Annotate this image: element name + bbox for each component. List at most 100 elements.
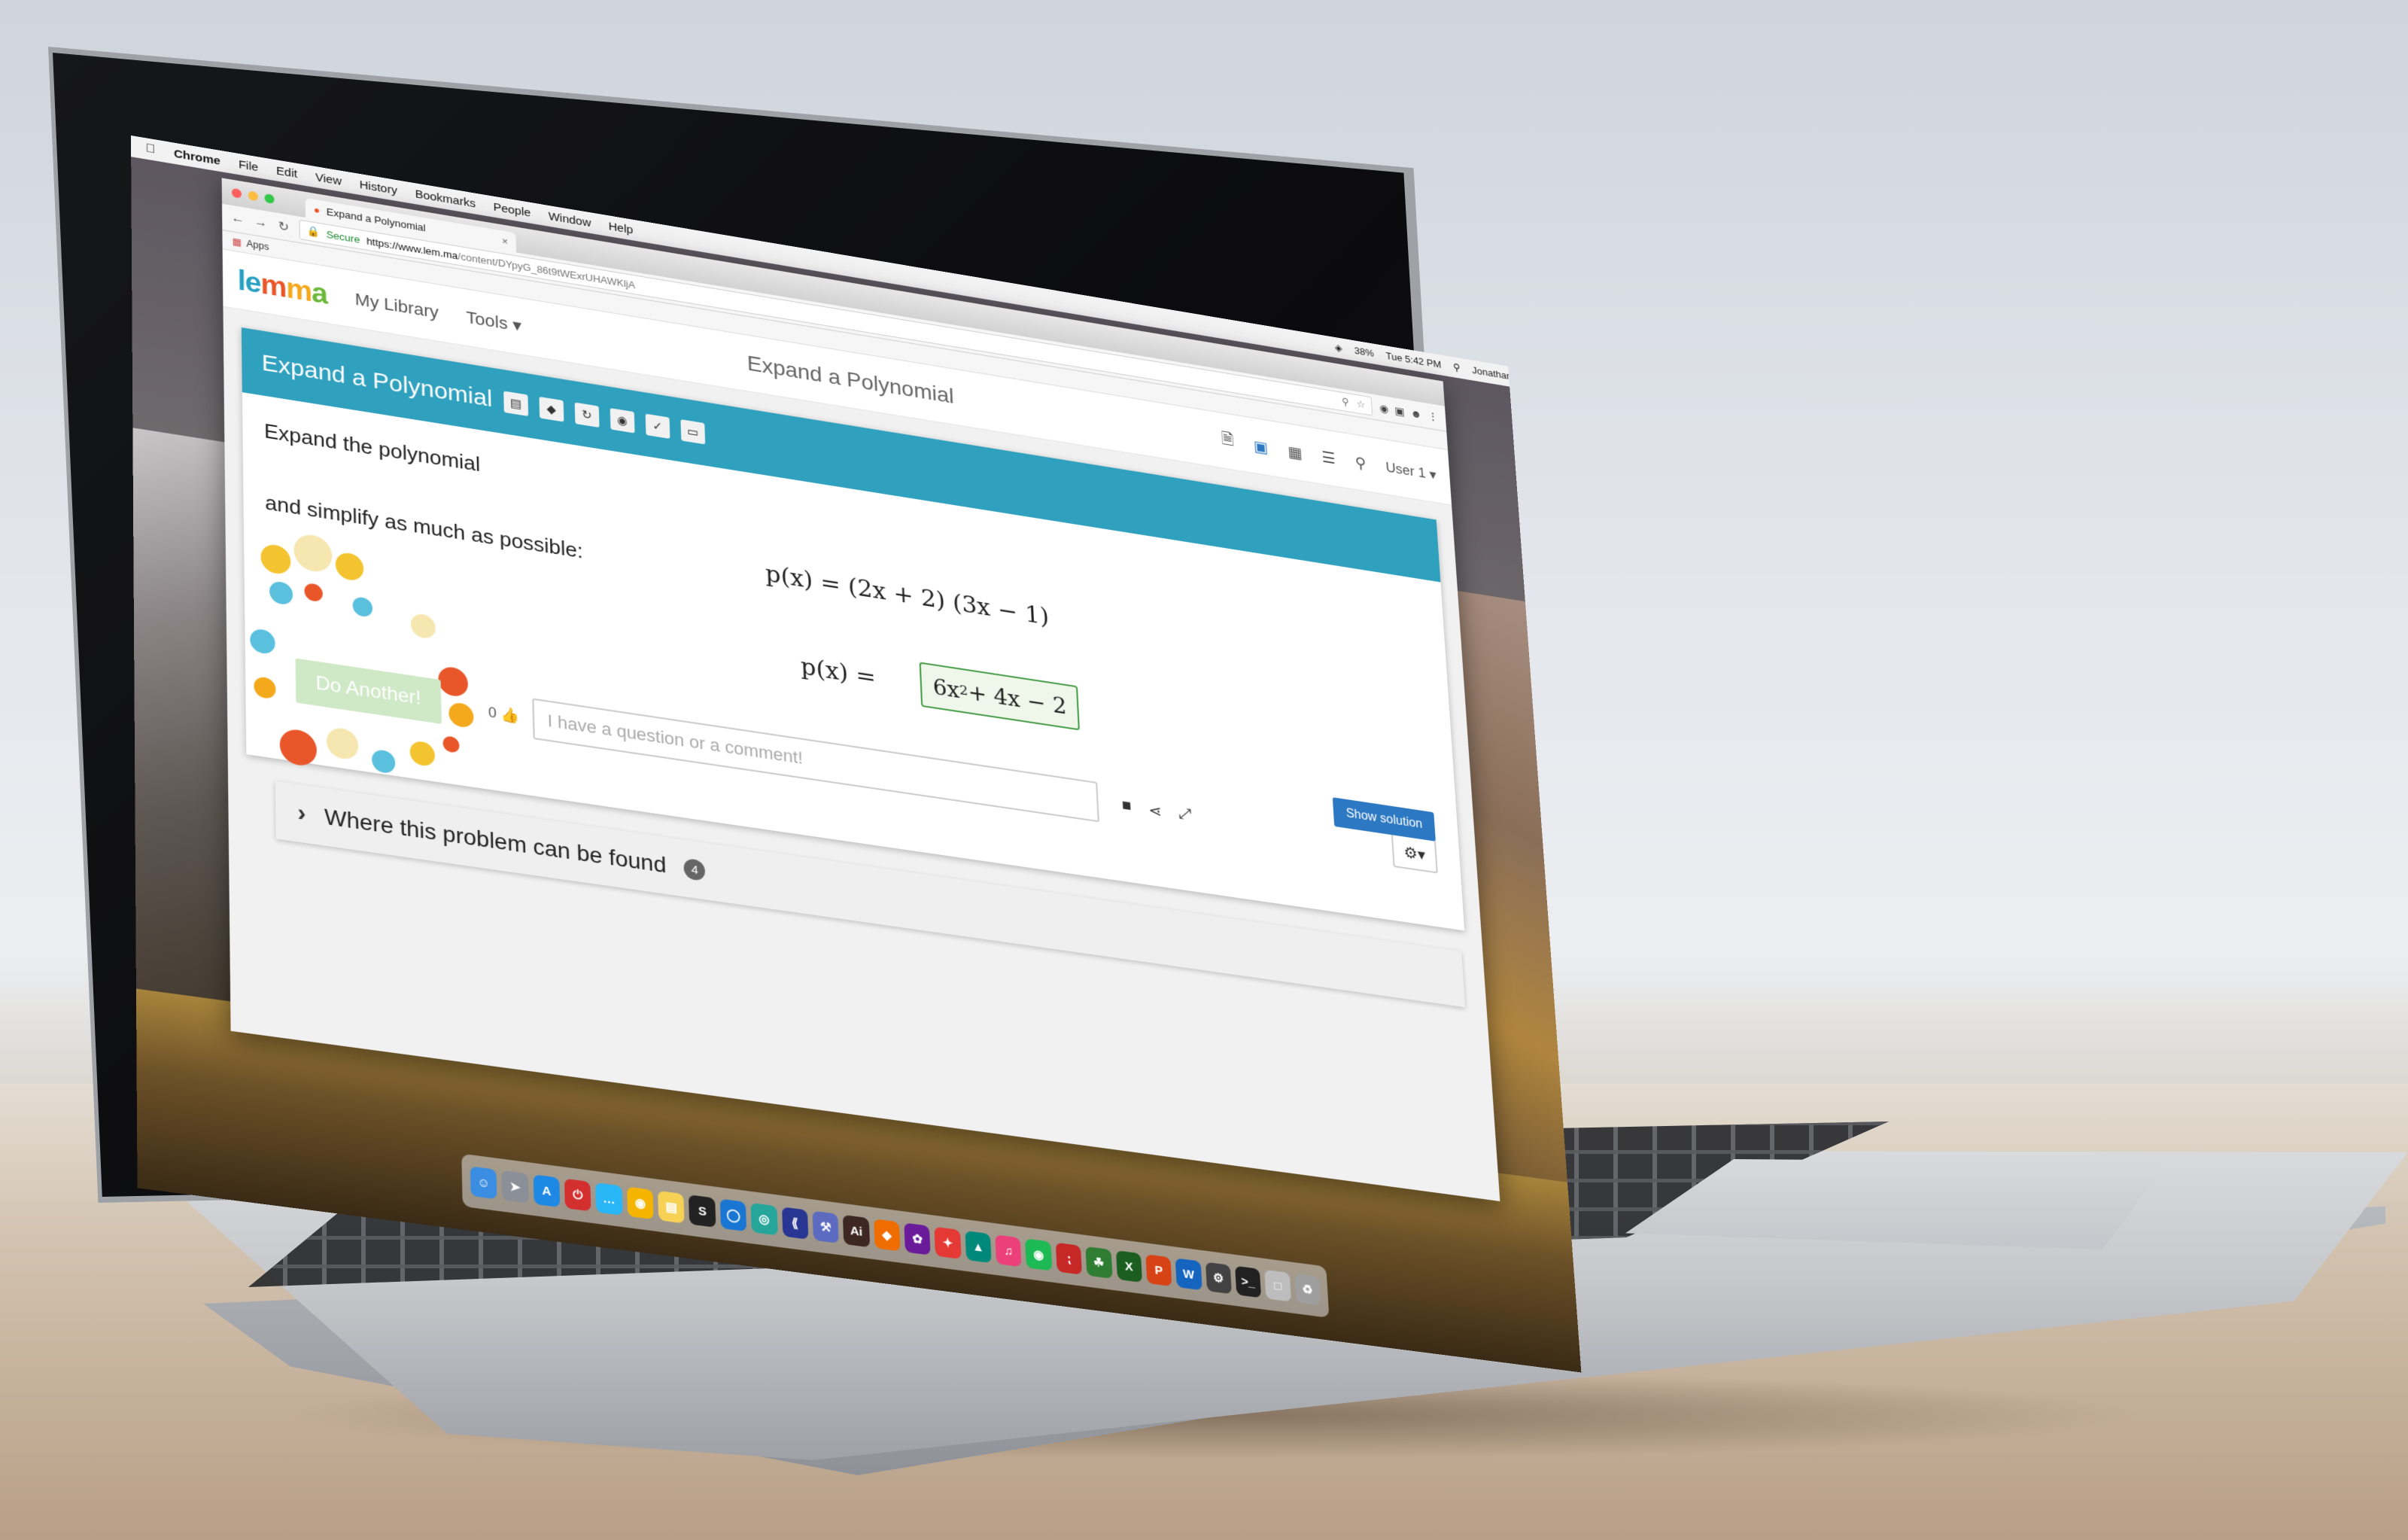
menu-people[interactable]: People xyxy=(493,200,531,219)
logo-part: le xyxy=(237,263,261,300)
word-icon[interactable]: W xyxy=(1175,1258,1202,1291)
menu-window[interactable]: Window xyxy=(548,209,591,229)
lemma-logo[interactable]: lemma xyxy=(238,264,328,311)
excel-icon[interactable]: X xyxy=(1115,1250,1142,1283)
photos-icon[interactable]: ✿ xyxy=(904,1222,931,1255)
back-arrow-icon[interactable]: ← xyxy=(230,212,245,227)
music-icon[interactable]: ♫ xyxy=(995,1234,1022,1268)
share-icon[interactable]: ⋖ xyxy=(1148,800,1163,821)
star-icon[interactable]: ☆ xyxy=(1356,398,1366,412)
powerpoint-icon[interactable]: P xyxy=(1145,1254,1172,1287)
confetti-dot xyxy=(254,675,276,700)
confetti-dot xyxy=(260,543,291,576)
pdf-icon[interactable]: ⁏ xyxy=(1055,1242,1083,1275)
where-found-label: Where this problem can be found xyxy=(324,804,667,878)
lock-icon: 🔒 xyxy=(306,224,321,239)
menu-history[interactable]: History xyxy=(359,178,397,196)
polynomial-expression: p(x) = (2x + 2) (3x − 1) xyxy=(765,560,1050,632)
check-icon[interactable]: ✓ xyxy=(645,413,670,439)
tab-close-icon[interactable]: × xyxy=(502,235,508,247)
reload-icon[interactable]: ↻ xyxy=(276,218,291,236)
answer-coef: 6x xyxy=(932,673,960,703)
more-menu-icon[interactable]: ⋮ xyxy=(1427,409,1439,424)
eye-icon[interactable]: ◉ xyxy=(610,408,635,434)
nav-tools-dropdown[interactable]: Tools ▾ xyxy=(466,307,521,336)
menu-view[interactable]: View xyxy=(315,171,342,188)
forward-arrow-icon[interactable]: → xyxy=(254,215,269,231)
vscode-icon[interactable]: ⟪ xyxy=(781,1207,809,1240)
window-controls xyxy=(231,187,275,205)
user-menu[interactable]: User 1 ▾ xyxy=(1385,459,1437,482)
fingerprint-icon[interactable]: ◎ xyxy=(750,1202,778,1236)
menubar-user[interactable]: Jonathan xyxy=(1472,364,1513,382)
evernote-icon[interactable]: ☘ xyxy=(1085,1246,1113,1279)
logo-part: m xyxy=(286,272,312,308)
zoom-icon[interactable]: ⚲ xyxy=(1342,396,1350,409)
wifi-icon[interactable]: ◈ xyxy=(1334,342,1342,355)
swift-icon[interactable]: ✦ xyxy=(934,1226,962,1259)
extensions-bar: ◉ ▣ ☻ ⋮ xyxy=(1379,401,1439,423)
confetti-dot xyxy=(371,748,396,775)
confetti-dot xyxy=(304,582,323,603)
bookmark-apps[interactable]: Apps xyxy=(247,238,269,252)
confetti-dot xyxy=(269,580,293,606)
document-icon[interactable]: □ xyxy=(1264,1269,1291,1302)
sketch-icon[interactable]: ◆ xyxy=(873,1219,901,1252)
extension-icon[interactable]: ▣ xyxy=(1394,404,1405,418)
confetti-dot xyxy=(293,532,333,574)
launchpad-icon[interactable]: ➤ xyxy=(501,1170,529,1204)
extension-icon[interactable]: ◉ xyxy=(1379,401,1389,415)
search-icon[interactable]: ⚲ xyxy=(1354,453,1367,473)
menu-help[interactable]: Help xyxy=(608,220,633,236)
new-document-icon[interactable]: 🗎 xyxy=(1221,428,1235,455)
thumbs-up-icon[interactable]: 👍 xyxy=(500,706,519,725)
terminal-icon[interactable]: >_ xyxy=(1235,1265,1262,1298)
gear-icon: ⚙▾ xyxy=(1403,844,1426,864)
menubar-clock[interactable]: Tue 5:42 PM xyxy=(1385,350,1442,371)
notebook-icon[interactable]: ▦ xyxy=(1288,442,1303,463)
app-icon[interactable]: ▲ xyxy=(965,1230,992,1264)
menu-edit[interactable]: Edit xyxy=(276,164,297,181)
search-icon[interactable]: ⚲ xyxy=(1452,361,1461,374)
monitor-icon[interactable]: ▭ xyxy=(680,419,706,445)
apple-icon[interactable]:  xyxy=(146,142,156,157)
zoom-window-button[interactable] xyxy=(264,193,275,205)
do-another-button[interactable]: Do Another! xyxy=(295,658,442,724)
profile-icon[interactable]: ☻ xyxy=(1410,406,1422,421)
logo-part: m xyxy=(260,267,287,304)
notes-icon[interactable]: ▤ xyxy=(658,1190,686,1224)
minimize-window-button[interactable] xyxy=(248,190,258,202)
app-store-icon[interactable]: A xyxy=(533,1174,561,1208)
apps-grid-icon[interactable]: ▦ xyxy=(233,236,242,248)
messages-icon[interactable]: … xyxy=(595,1182,623,1216)
confetti-dot xyxy=(352,595,373,618)
confetti-dot xyxy=(442,735,460,754)
menu-file[interactable]: File xyxy=(239,157,258,173)
where-found-count-badge: 4 xyxy=(683,857,706,882)
chevron-right-icon[interactable]: › xyxy=(297,799,306,828)
show-solution-button[interactable]: Show solution xyxy=(1333,797,1436,842)
bookmark-icon[interactable]: ■ xyxy=(1121,796,1132,817)
trash-icon[interactable]: ♻ xyxy=(1294,1273,1321,1306)
spotify-icon[interactable]: ◉ xyxy=(1025,1238,1053,1271)
tag-icon[interactable]: ◆ xyxy=(539,396,564,422)
menubar-app-name[interactable]: Chrome xyxy=(174,147,220,167)
refresh-icon[interactable]: ↻ xyxy=(574,402,600,428)
s-app-icon[interactable]: S xyxy=(689,1195,716,1228)
password-icon[interactable]: ◯ xyxy=(719,1198,747,1232)
chrome-icon[interactable]: ◉ xyxy=(626,1186,654,1220)
comment-tool-icon[interactable]: ▤ xyxy=(503,391,528,416)
battery-percent[interactable]: 38% xyxy=(1354,345,1374,360)
answer-field[interactable]: 6x 2 + 4x − 2 xyxy=(919,662,1081,731)
illustrator-icon[interactable]: Ai xyxy=(843,1214,870,1248)
expand-icon[interactable]: ⤢ xyxy=(1178,805,1192,826)
system-preferences-icon[interactable]: ⚙ xyxy=(1205,1262,1232,1295)
power-icon[interactable]: ⏻ xyxy=(564,1178,591,1212)
finder-icon[interactable]: ☺ xyxy=(470,1166,497,1200)
list-icon[interactable]: ☰ xyxy=(1321,447,1336,468)
close-window-button[interactable] xyxy=(231,187,242,199)
vector-icon[interactable]: ▣ xyxy=(1253,437,1269,458)
like-count[interactable]: 0 👍 xyxy=(488,704,519,725)
xcode-icon[interactable]: ⚒ xyxy=(812,1210,840,1244)
nav-my-library[interactable]: My Library xyxy=(355,289,439,322)
